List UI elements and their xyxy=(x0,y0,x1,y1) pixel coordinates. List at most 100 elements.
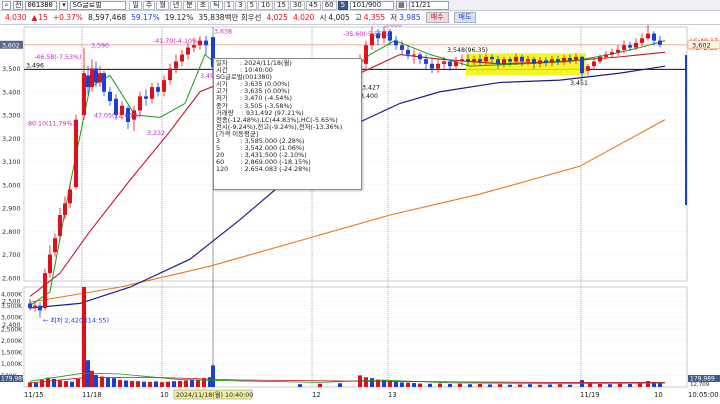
period-button-9[interactable]: 5 xyxy=(246,0,258,10)
candle-body xyxy=(68,189,72,204)
volume-bar xyxy=(298,384,302,387)
candle-body xyxy=(424,59,428,64)
candle-body xyxy=(86,75,90,88)
candle-body xyxy=(538,60,542,64)
reference-level-label: 3,496 xyxy=(26,62,44,69)
volume-bar xyxy=(448,383,452,387)
tooltip-row: 120 : 2,654.083 (-24.28%) xyxy=(216,165,311,174)
annotation-11: 3,548(96.35) xyxy=(447,47,488,54)
period-buttons: 일 주 월 년 분 초 틱 1 3 5 10 15 30 45 60 5 xyxy=(128,0,349,10)
price-tick-label: 2,900 xyxy=(2,205,21,213)
stock-code-input[interactable] xyxy=(25,0,58,10)
stock-name-field[interactable]: SG글로벌 xyxy=(70,0,127,10)
volume-tick-label: 3,000K xyxy=(1,315,23,322)
volume-bar xyxy=(598,383,602,387)
candle-body xyxy=(532,59,536,64)
volume-bar xyxy=(106,377,110,387)
high-label: 고 xyxy=(354,13,362,22)
volume-bar xyxy=(646,380,650,387)
candle-body xyxy=(102,73,106,92)
period-button-12[interactable]: 30 xyxy=(289,0,305,10)
price-tick-label: 3,700 xyxy=(2,25,21,26)
date-field[interactable]: 11/21 xyxy=(408,0,449,10)
volume-bar xyxy=(124,380,128,387)
code-search-icon[interactable]: ▾ xyxy=(59,0,69,10)
period-button-7[interactable]: 1 xyxy=(223,0,235,10)
volume-bar xyxy=(548,384,552,387)
volume-bar xyxy=(64,380,68,387)
volume-bar xyxy=(618,383,622,387)
candle-body xyxy=(48,254,52,274)
search-icon[interactable]: ⌕ xyxy=(2,0,11,10)
period-button-3[interactable]: 년 xyxy=(169,0,183,10)
period-button-14[interactable]: 60 xyxy=(321,0,337,10)
volume-bar xyxy=(478,383,482,387)
period-button-15[interactable]: 5 xyxy=(337,0,349,10)
volume-tick-label: 2,000K xyxy=(1,338,23,345)
volume-bar xyxy=(628,383,632,387)
period-button-1[interactable]: 주 xyxy=(142,0,156,10)
annotation-7: 3,638 xyxy=(214,29,232,36)
volume-tick-label: 1,500K xyxy=(1,350,23,357)
candle-body xyxy=(592,61,596,67)
period-button-2[interactable]: 월 xyxy=(156,0,169,10)
start-value: 4,005 xyxy=(328,13,350,22)
volume-bar xyxy=(82,287,86,387)
volume-bar xyxy=(518,384,522,387)
volume-bar xyxy=(458,383,462,387)
volume-bar xyxy=(58,380,62,387)
volume-bar xyxy=(178,380,182,387)
price-tick-label: 3,100 xyxy=(2,158,21,166)
period-button-0[interactable]: 일 xyxy=(129,0,142,10)
period-button-6[interactable]: 틱 xyxy=(210,0,223,10)
candle-body xyxy=(562,58,566,62)
time-axis-label: 11/19 xyxy=(580,391,600,399)
left-mode-label[interactable]: 전 xyxy=(13,0,24,10)
volume-bar xyxy=(118,380,122,387)
period-button-11[interactable]: 15 xyxy=(273,0,289,10)
candle-body xyxy=(204,40,208,46)
volume-sub-label: 12,709 xyxy=(690,382,710,388)
candle-body xyxy=(574,56,578,61)
period-button-5[interactable]: 초 xyxy=(196,0,210,10)
candle-body xyxy=(484,56,488,62)
candle-body xyxy=(640,38,644,43)
volume-bar xyxy=(428,383,432,387)
volume-tick-label: 3,500K xyxy=(1,303,23,310)
bar-count-field[interactable]: 101/900 xyxy=(350,0,395,10)
annotation-1: 80.10(11.79%) xyxy=(28,120,75,127)
price-tick-label: 3,200 xyxy=(2,135,21,143)
turnover-value: 19.12% xyxy=(164,13,194,22)
calendar-icon[interactable]: ▦ xyxy=(396,0,407,10)
price-tick-label: 2,700 xyxy=(2,251,21,259)
volume-current-label-left: 179,989 xyxy=(1,376,26,383)
volume-bar xyxy=(558,384,562,387)
candle-body xyxy=(53,238,57,253)
change-percent: +0.37% xyxy=(52,13,83,22)
candle-body xyxy=(63,203,67,216)
buy-button[interactable]: 매수 xyxy=(425,12,449,23)
ratio-value: 59.17% xyxy=(131,13,160,22)
candle-body xyxy=(598,56,602,62)
volume-bar xyxy=(184,380,188,387)
annotation-14: 3,451 xyxy=(570,80,588,87)
period-button-10[interactable]: 10 xyxy=(258,0,273,10)
volume-bar xyxy=(136,381,140,387)
low-label: 저 xyxy=(390,13,398,22)
period-button-4[interactable]: 분 xyxy=(183,0,196,10)
volume-bar xyxy=(394,381,398,387)
period-button-8[interactable]: 3 xyxy=(235,0,246,10)
chart-toolbar: ⌕ 전 ▾ SG글로벌 일주월년분초틱13510153045605 101/90… xyxy=(0,0,720,11)
candle-body xyxy=(394,40,398,46)
volume-tick-label: 2,500K xyxy=(1,326,23,333)
volume-bar xyxy=(438,383,442,387)
annotation-2: -46.58(-7.53%) xyxy=(34,54,82,61)
candle-body xyxy=(502,59,506,64)
volume-bar xyxy=(588,383,592,387)
candle-body xyxy=(406,49,410,55)
volume-bar xyxy=(318,383,322,387)
sell-button[interactable]: 매도 xyxy=(453,12,477,23)
candle-body xyxy=(550,59,554,63)
period-button-13[interactable]: 45 xyxy=(305,0,321,10)
volume-bar xyxy=(468,384,472,387)
